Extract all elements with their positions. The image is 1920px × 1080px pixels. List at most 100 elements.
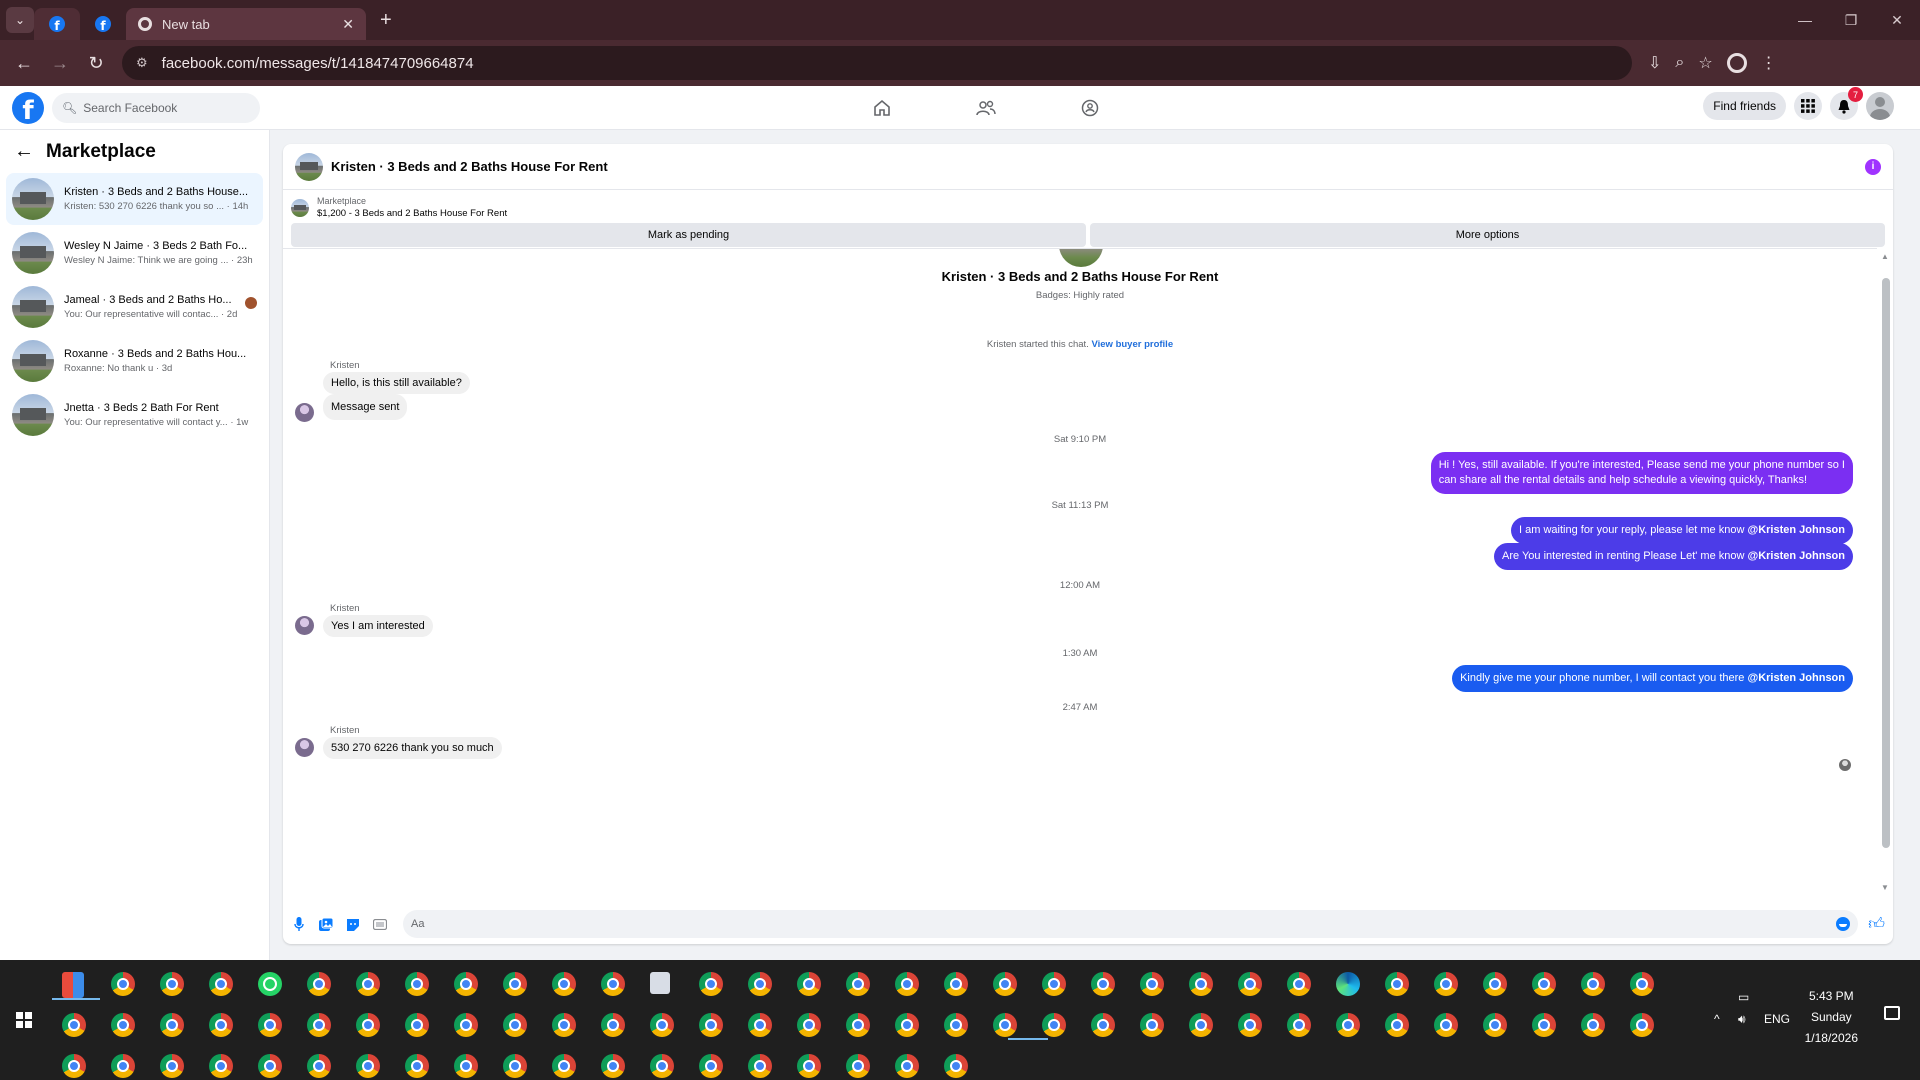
- chrome-icon[interactable]: [1238, 1013, 1262, 1037]
- chrome-icon[interactable]: [1287, 1013, 1311, 1037]
- conversation-item[interactable]: Jameal · 3 Beds and 2 Baths Ho... You: O…: [6, 281, 263, 333]
- chrome-icon[interactable]: [1483, 972, 1507, 996]
- mention-link[interactable]: @Kristen Johnson: [1747, 524, 1845, 536]
- message-bubble-incoming[interactable]: 530 270 6226 thank you so much: [323, 737, 502, 759]
- nav-groups[interactable]: [1038, 86, 1142, 130]
- chrome-icon[interactable]: [748, 972, 772, 996]
- message-bubble-outgoing[interactable]: Hi ! Yes, still available. If you're int…: [1430, 452, 1853, 494]
- message-bubble-incoming[interactable]: Yes I am interested: [323, 615, 433, 637]
- mark-as-pending-button[interactable]: Mark as pending: [291, 223, 1086, 247]
- language-indicator[interactable]: ENG: [1764, 1012, 1790, 1026]
- message-bubble-outgoing[interactable]: Are You interested in renting Please Let…: [1494, 543, 1853, 570]
- thumbs-up-icon[interactable]: 👍︎: [1868, 915, 1885, 934]
- chrome-icon[interactable]: [1630, 1013, 1654, 1037]
- chrome-icon[interactable]: [993, 1013, 1017, 1037]
- chrome-icon[interactable]: [356, 1013, 380, 1037]
- notepad-icon[interactable]: [650, 972, 670, 994]
- chrome-icon[interactable]: [1042, 1013, 1066, 1037]
- photo-icon[interactable]: [318, 916, 334, 932]
- listing-thumbnail[interactable]: [295, 152, 323, 181]
- find-friends-button[interactable]: Find friends: [1703, 92, 1786, 120]
- chrome-icon[interactable]: [1532, 1013, 1556, 1037]
- sticker-icon[interactable]: [345, 916, 361, 932]
- menu-kebab-icon[interactable]: ⋮: [1761, 53, 1777, 73]
- chrome-icon[interactable]: [699, 972, 723, 996]
- chat-title[interactable]: Kristen · 3 Beds and 2 Baths House For R…: [331, 159, 608, 174]
- chrome-icon[interactable]: [1091, 972, 1115, 996]
- chrome-icon[interactable]: [650, 1054, 674, 1078]
- chrome-icon[interactable]: [944, 1013, 968, 1037]
- scroll-up-arrow-icon[interactable]: ▲: [1881, 252, 1889, 261]
- emoji-icon[interactable]: [1836, 917, 1851, 931]
- nav-home[interactable]: [830, 86, 934, 130]
- search-input[interactable]: 🔍︎ Search Facebook: [52, 92, 260, 123]
- chrome-icon[interactable]: [944, 972, 968, 996]
- chrome-icon[interactable]: [111, 1013, 135, 1037]
- sender-avatar[interactable]: [295, 616, 314, 635]
- chrome-icon[interactable]: [1581, 1013, 1605, 1037]
- chrome-icon[interactable]: [797, 1054, 821, 1078]
- scroll-down-arrow-icon[interactable]: ▼: [1881, 883, 1889, 892]
- chrome-icon[interactable]: [1287, 972, 1311, 996]
- chrome-icon[interactable]: [1189, 1013, 1213, 1037]
- edge-icon[interactable]: [1336, 972, 1360, 996]
- message-input[interactable]: Aa: [403, 910, 1859, 938]
- restore-button[interactable]: ❐: [1828, 12, 1874, 29]
- chrome-icon[interactable]: [846, 1013, 870, 1037]
- tab-new-tab[interactable]: New tab ✕: [126, 8, 366, 40]
- tray-chevron-icon[interactable]: ^: [1714, 1012, 1720, 1026]
- reload-button[interactable]: ↻: [78, 53, 114, 74]
- chrome-icon[interactable]: [307, 1054, 331, 1078]
- chrome-icon[interactable]: [1189, 972, 1213, 996]
- chrome-icon[interactable]: [454, 1013, 478, 1037]
- conversation-item[interactable]: Jnetta · 3 Beds 2 Bath For Rent You: Our…: [6, 389, 263, 441]
- chrome-icon[interactable]: [699, 1013, 723, 1037]
- chrome-icon[interactable]: [258, 1054, 282, 1078]
- listing-bar[interactable]: Marketplace $1,200 - 3 Beds and 2 Baths …: [283, 190, 1893, 219]
- chrome-icon[interactable]: [1581, 972, 1605, 996]
- chrome-icon[interactable]: [356, 972, 380, 996]
- chrome-icon[interactable]: [405, 972, 429, 996]
- message-list[interactable]: Kristen · 3 Beds and 2 Baths House For R…: [283, 248, 1877, 890]
- microphone-icon[interactable]: [291, 916, 307, 932]
- chrome-icon[interactable]: [503, 1054, 527, 1078]
- chrome-icon[interactable]: [601, 1054, 625, 1078]
- chrome-icon[interactable]: [405, 1054, 429, 1078]
- sender-avatar[interactable]: [295, 403, 314, 422]
- chrome-icon[interactable]: [209, 1013, 233, 1037]
- chrome-icon[interactable]: [62, 1054, 86, 1078]
- forward-button[interactable]: →: [42, 53, 78, 74]
- gif-icon[interactable]: [372, 916, 388, 932]
- close-window-button[interactable]: ✕: [1874, 12, 1920, 29]
- minimize-button[interactable]: —: [1782, 12, 1828, 29]
- chrome-icon[interactable]: [111, 972, 135, 996]
- chrome-icon[interactable]: [601, 1013, 625, 1037]
- chrome-icon[interactable]: [1091, 1013, 1115, 1037]
- chrome-icon[interactable]: [601, 972, 625, 996]
- chrome-icon[interactable]: [748, 1013, 772, 1037]
- chrome-icon[interactable]: [846, 1054, 870, 1078]
- chrome-icon[interactable]: [209, 1054, 233, 1078]
- snipping-tool-icon[interactable]: [62, 972, 84, 998]
- taskbar-clock[interactable]: 5:43 PM Sunday 1/18/2026: [1805, 986, 1858, 1049]
- chrome-icon[interactable]: [454, 1054, 478, 1078]
- bookmark-star-icon[interactable]: ☆: [1698, 53, 1712, 73]
- chrome-icon[interactable]: [552, 1013, 576, 1037]
- chrome-icon[interactable]: [503, 972, 527, 996]
- message-bubble-outgoing[interactable]: Kindly give me your phone number, I will…: [1452, 665, 1853, 692]
- new-tab-button[interactable]: +: [380, 9, 392, 32]
- volume-icon[interactable]: 🔊︎: [1738, 1012, 1746, 1027]
- notifications-button[interactable]: 7: [1830, 87, 1863, 120]
- chrome-icon[interactable]: [1140, 972, 1164, 996]
- chrome-icon[interactable]: [1630, 972, 1654, 996]
- chrome-icon[interactable]: [895, 972, 919, 996]
- chrome-icon[interactable]: [160, 1013, 184, 1037]
- conversation-item[interactable]: Wesley N Jaime · 3 Beds 2 Bath Fo... Wes…: [6, 227, 263, 279]
- address-bar[interactable]: ⚙ facebook.com/messages/t/14184747096648…: [122, 46, 1632, 80]
- more-options-button[interactable]: More options: [1090, 223, 1885, 247]
- chrome-icon[interactable]: [503, 1013, 527, 1037]
- profile-icon[interactable]: [1726, 53, 1747, 73]
- conversation-item[interactable]: Kristen · 3 Beds and 2 Baths House... Kr…: [6, 173, 263, 225]
- info-icon[interactable]: i: [1865, 158, 1881, 175]
- scrollbar-thumb[interactable]: [1882, 278, 1890, 848]
